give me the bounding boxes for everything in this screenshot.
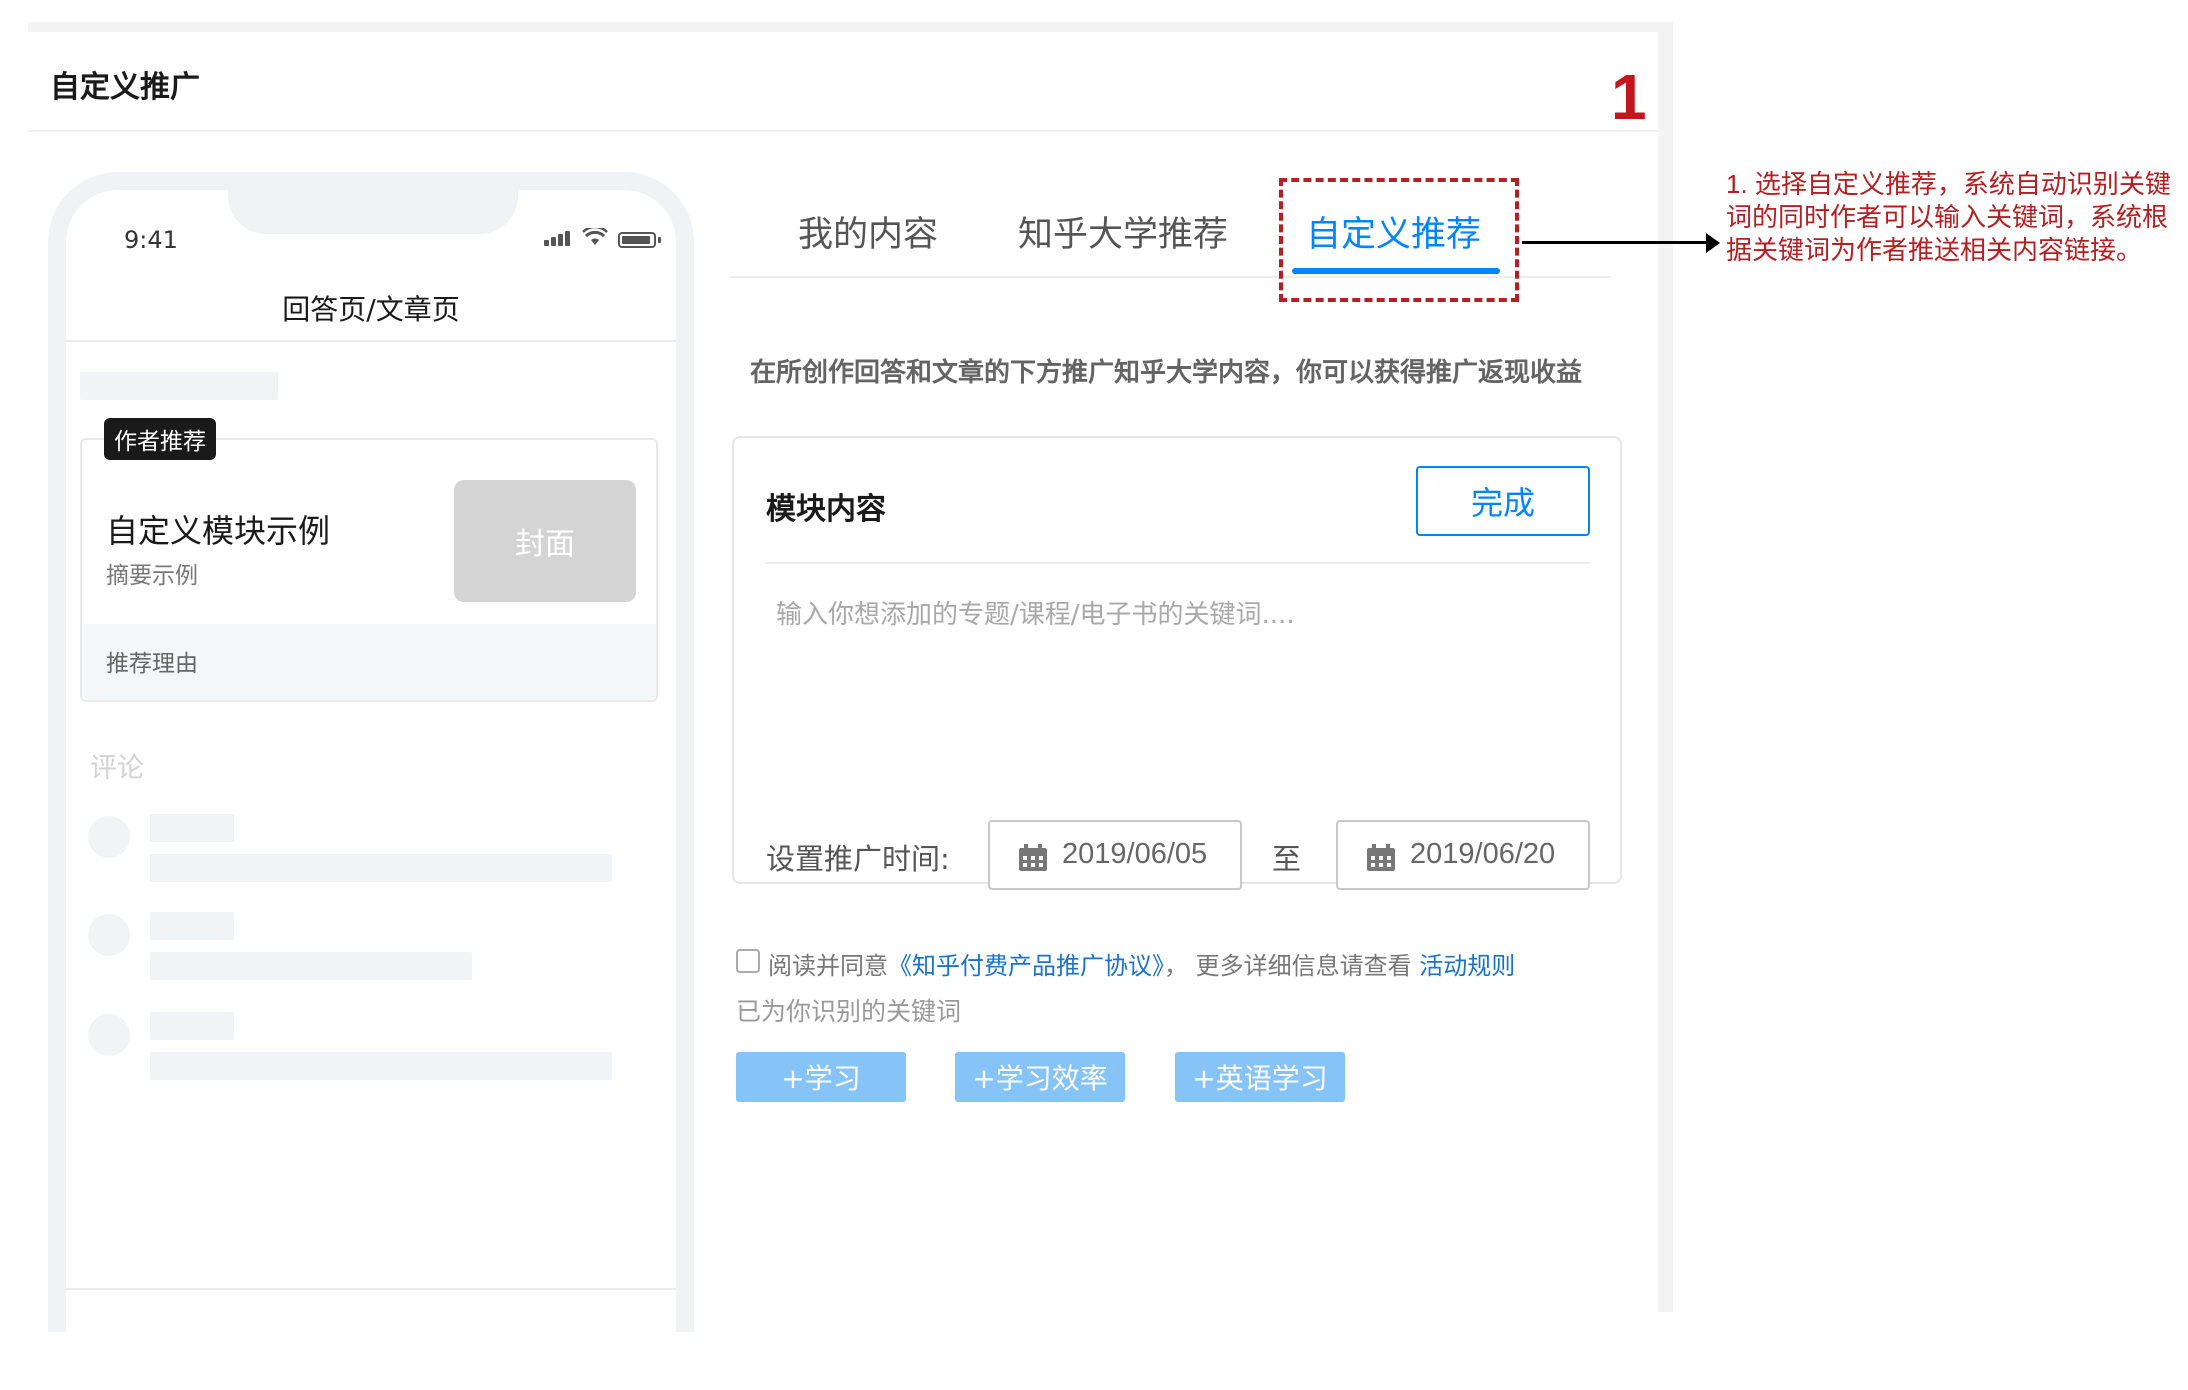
skeleton-line [150,1052,612,1080]
end-date-value: 2019/06/20 [1410,838,1556,870]
tab-my-content[interactable]: 我的内容 [798,206,938,257]
tab-zhihu-university[interactable]: 知乎大学推荐 [1018,206,1228,257]
skeleton-line [150,854,612,882]
annotation-arrow [1522,241,1708,244]
module-title: 模块内容 [766,492,886,527]
comment-avatar [88,914,130,956]
agreement-middle: ， 更多详细信息请查看 [1164,952,1412,980]
done-button[interactable]: 完成 [1416,466,1590,536]
comments-label: 评论 [90,753,144,784]
battery-icon [618,232,656,248]
rules-link[interactable]: 活动规则 [1419,952,1515,980]
calendar-icon [1019,844,1047,871]
phone-notch [228,172,518,234]
agreement-checkbox[interactable] [736,949,760,973]
keyword-input[interactable] [766,586,1590,766]
keyword-tag[interactable]: +学习 [736,1052,906,1102]
calendar-icon [1367,844,1395,871]
recognized-keywords-label: 已为你识别的关键词 [736,997,962,1026]
phone-preview: 9:41 回答页/文章页 作者推荐 自定义模块示例 摘要示例 封面 推荐理由 评… [48,172,694,1332]
skeleton-line [150,952,472,980]
keyword-tag[interactable]: +英语学习 [1175,1052,1345,1102]
skeleton-line [80,372,278,400]
step-number: 1 [1611,61,1647,133]
status-time: 9:41 [124,226,178,254]
card-cover: 封面 [454,480,636,602]
wifi-icon [582,228,608,245]
promotion-time-label: 设置推广时间: [766,842,950,876]
panel-title: 自定义推广 [50,70,200,105]
divider [66,340,676,342]
card-reason: 推荐理由 [106,651,198,677]
divider [66,1288,676,1290]
divider [766,562,1590,564]
comment-avatar [88,1014,130,1056]
skeleton-line [150,1012,234,1040]
keyword-tag[interactable]: +学习效率 [955,1052,1125,1102]
comment-avatar [88,816,130,858]
module-card: 模块内容 完成 设置推广时间: 2019/06/05 至 2019/06/20 [732,436,1622,890]
arrow-head-icon [1706,233,1720,253]
author-recommend-tag: 作者推荐 [104,418,216,460]
start-date-value: 2019/06/05 [1062,838,1208,870]
highlight-box [1279,178,1519,302]
panel-header: 自定义推广 1 [28,32,1658,133]
agreement-link[interactable]: 《知乎付费产品推广协议》 [888,952,1164,980]
status-icons [544,226,664,250]
skeleton-line [150,814,234,842]
start-date-picker[interactable]: 2019/06/05 [988,820,1242,890]
phone-page-title: 回答页/文章页 [282,293,460,326]
annotation-text: 1. 选择自定义推荐，系统自动识别关键词的同时作者可以输入关键词，系统根据关键词… [1726,169,2171,265]
to-label: 至 [1272,842,1302,876]
skeleton-line [150,912,234,940]
end-date-picker[interactable]: 2019/06/20 [1336,820,1590,890]
reason-bar: 推荐理由 [82,624,656,700]
agreement-prefix: 阅读并同意 [768,952,888,980]
card-summary: 摘要示例 [106,563,198,589]
description: 在所创作回答和文章的下方推广知乎大学内容，你可以获得推广返现收益 [750,358,1583,388]
card-title: 自定义模块示例 [106,512,331,550]
recommendation-card: 作者推荐 自定义模块示例 摘要示例 封面 推荐理由 [80,418,658,702]
